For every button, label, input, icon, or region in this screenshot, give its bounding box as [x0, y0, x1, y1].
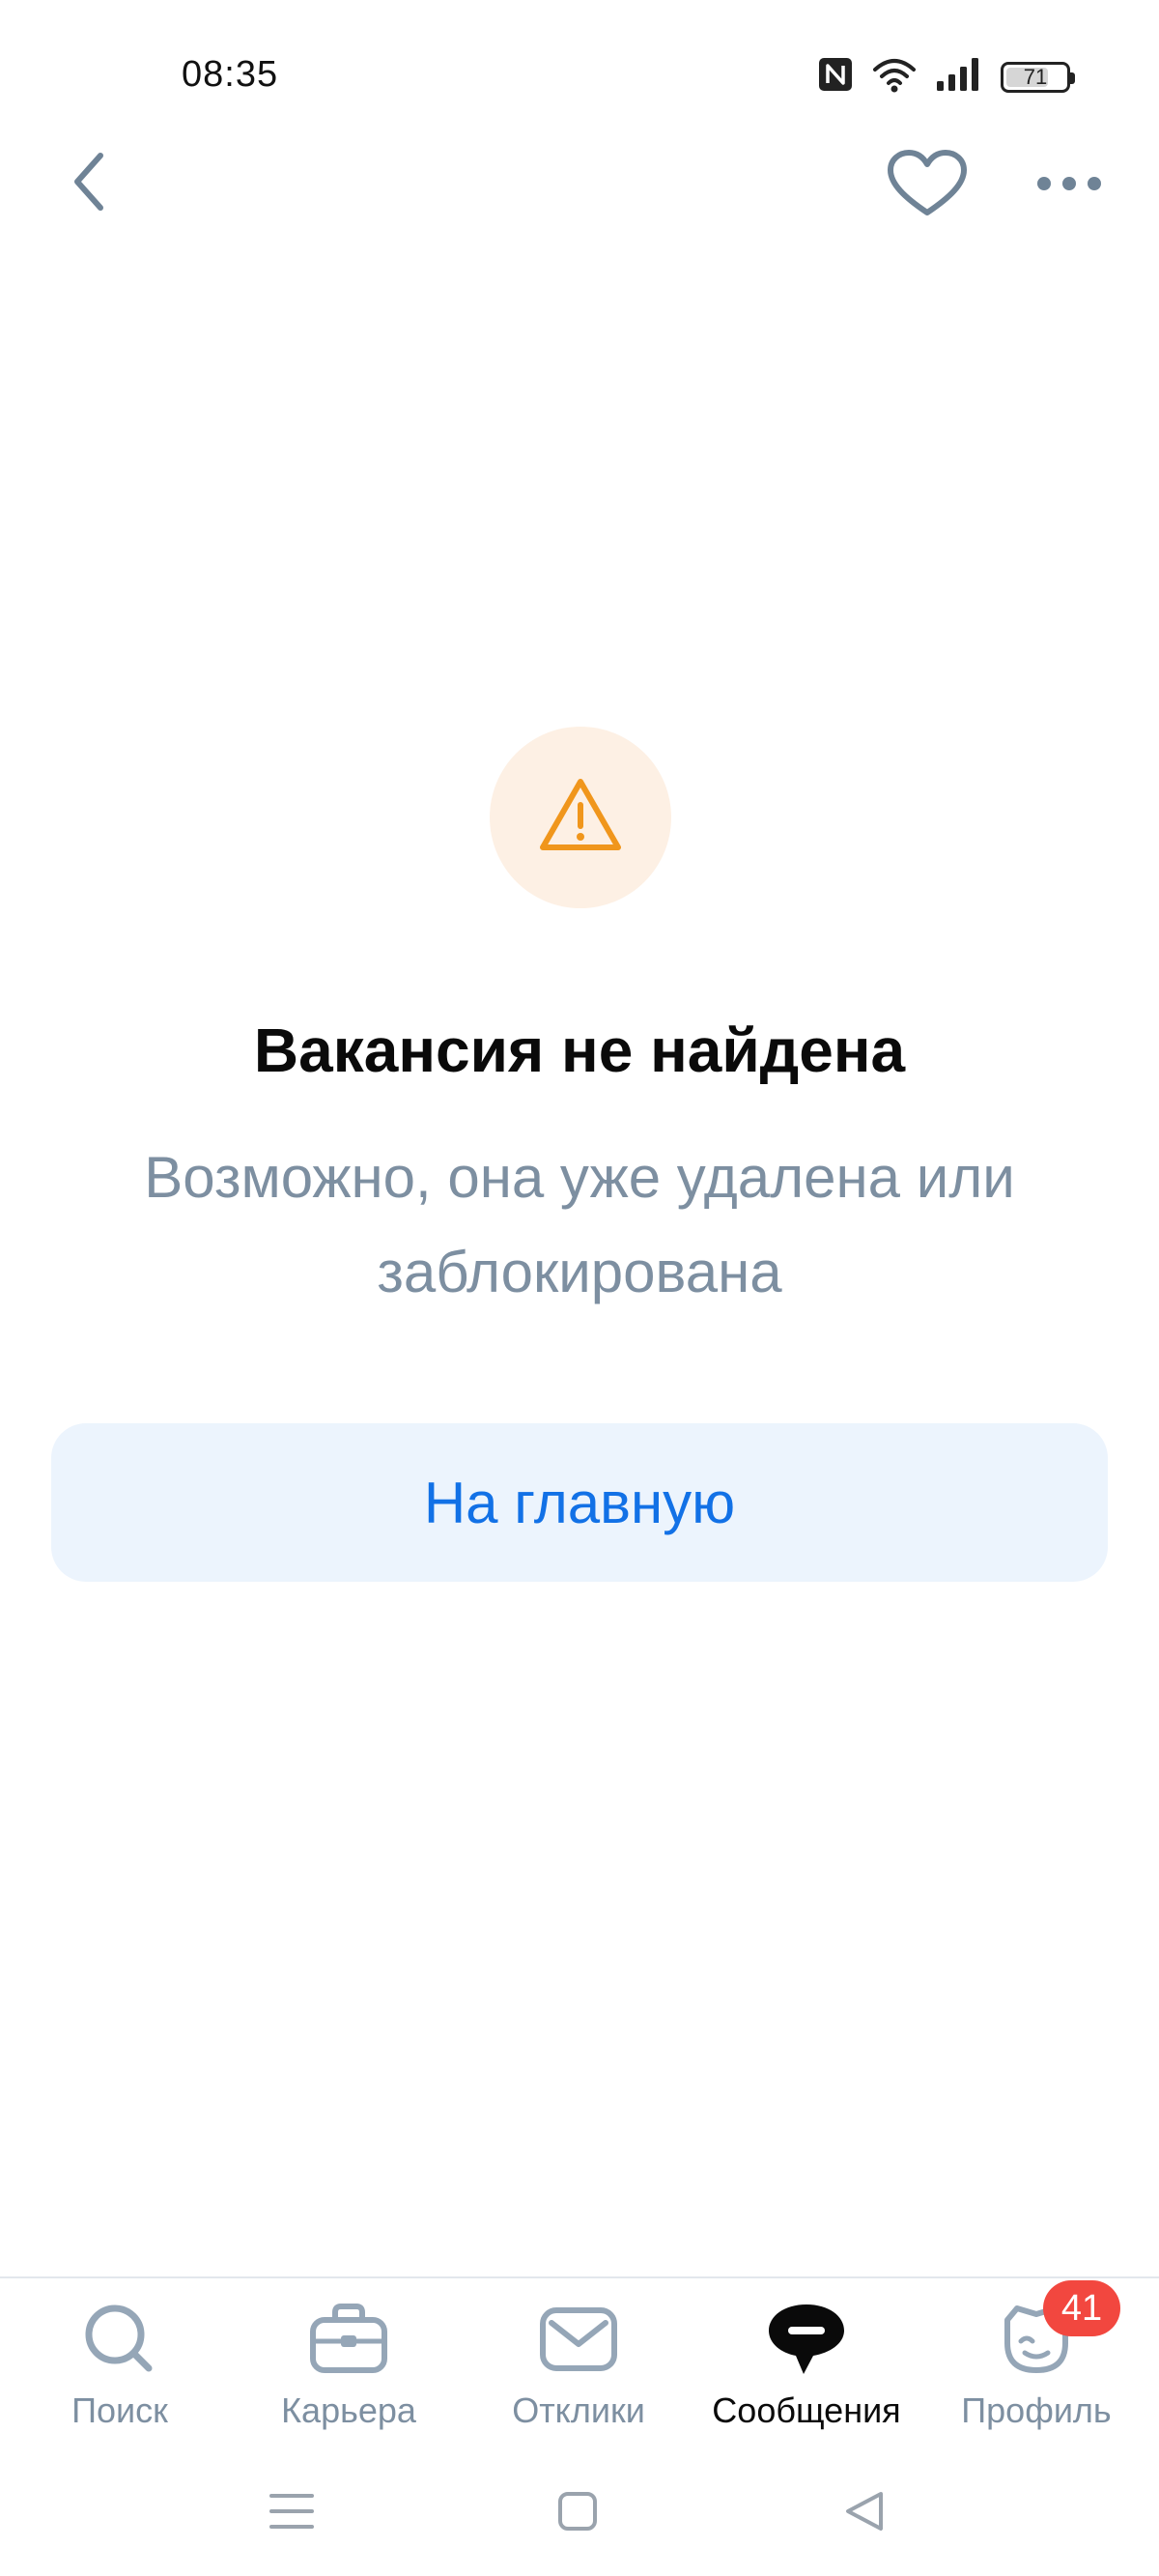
home-square-icon [556, 2490, 599, 2537]
tab-messages[interactable]: Сообщения [693, 2296, 920, 2441]
chat-bubble-icon [763, 2296, 850, 2383]
tab-label-responses: Отклики [512, 2390, 645, 2430]
status-time: 08:35 [182, 54, 279, 95]
cell-signal-icon [935, 56, 983, 98]
tab-profile[interactable]: 41 Профиль [922, 2280, 1150, 2441]
back-chevron-icon [68, 150, 110, 218]
system-navigation-bar [0, 2450, 1159, 2576]
battery-icon: 71 [1001, 61, 1075, 93]
envelope-icon [535, 2296, 622, 2383]
warning-icon-circle [490, 727, 671, 908]
tab-label-profile: Профиль [961, 2390, 1112, 2430]
profile-notification-badge: 41 [1043, 2280, 1120, 2336]
vacancy-not-found-screen: 08:35 71 Вакансия не найдена Возможно, о… [0, 0, 1159, 2576]
system-back-button[interactable] [821, 2470, 908, 2557]
more-dots-icon [1036, 176, 1102, 196]
empty-state-title: Вакансия не найдена [253, 1016, 906, 1085]
battery-level: 71 [1023, 64, 1048, 89]
back-button[interactable] [50, 145, 127, 222]
empty-state-subtitle: Возможно, она уже удалена или заблокиров… [144, 1145, 1015, 1304]
go-home-button[interactable]: На главную [51, 1423, 1108, 1582]
briefcase-icon [305, 2296, 392, 2383]
back-triangle-icon [842, 2489, 887, 2538]
tab-label-messages: Сообщения [712, 2390, 901, 2430]
heart-icon [885, 149, 970, 223]
bottom-tab-bar: Поиск Карьера Отклики Сообщения 41 Профи… [0, 2276, 1159, 2450]
tab-label-career: Карьера [281, 2390, 416, 2430]
profile-mascot-icon: 41 [993, 2280, 1120, 2383]
system-menu-button[interactable] [248, 2470, 335, 2557]
system-home-button[interactable] [534, 2470, 621, 2557]
status-bar: 08:35 71 [0, 0, 1159, 145]
tab-responses[interactable]: Отклики [465, 2296, 693, 2441]
favorite-button[interactable] [877, 145, 977, 226]
wifi-icon [871, 56, 918, 98]
tab-search[interactable]: Поиск [6, 2296, 234, 2441]
nfc-icon [817, 56, 854, 98]
status-icons: 71 [817, 56, 1075, 98]
search-icon [76, 2296, 163, 2383]
menu-lines-icon [268, 2490, 316, 2537]
tab-career[interactable]: Карьера [235, 2296, 463, 2441]
tab-label-search: Поиск [71, 2390, 168, 2430]
more-button[interactable] [1024, 155, 1115, 216]
warning-triangle-icon [537, 776, 624, 860]
